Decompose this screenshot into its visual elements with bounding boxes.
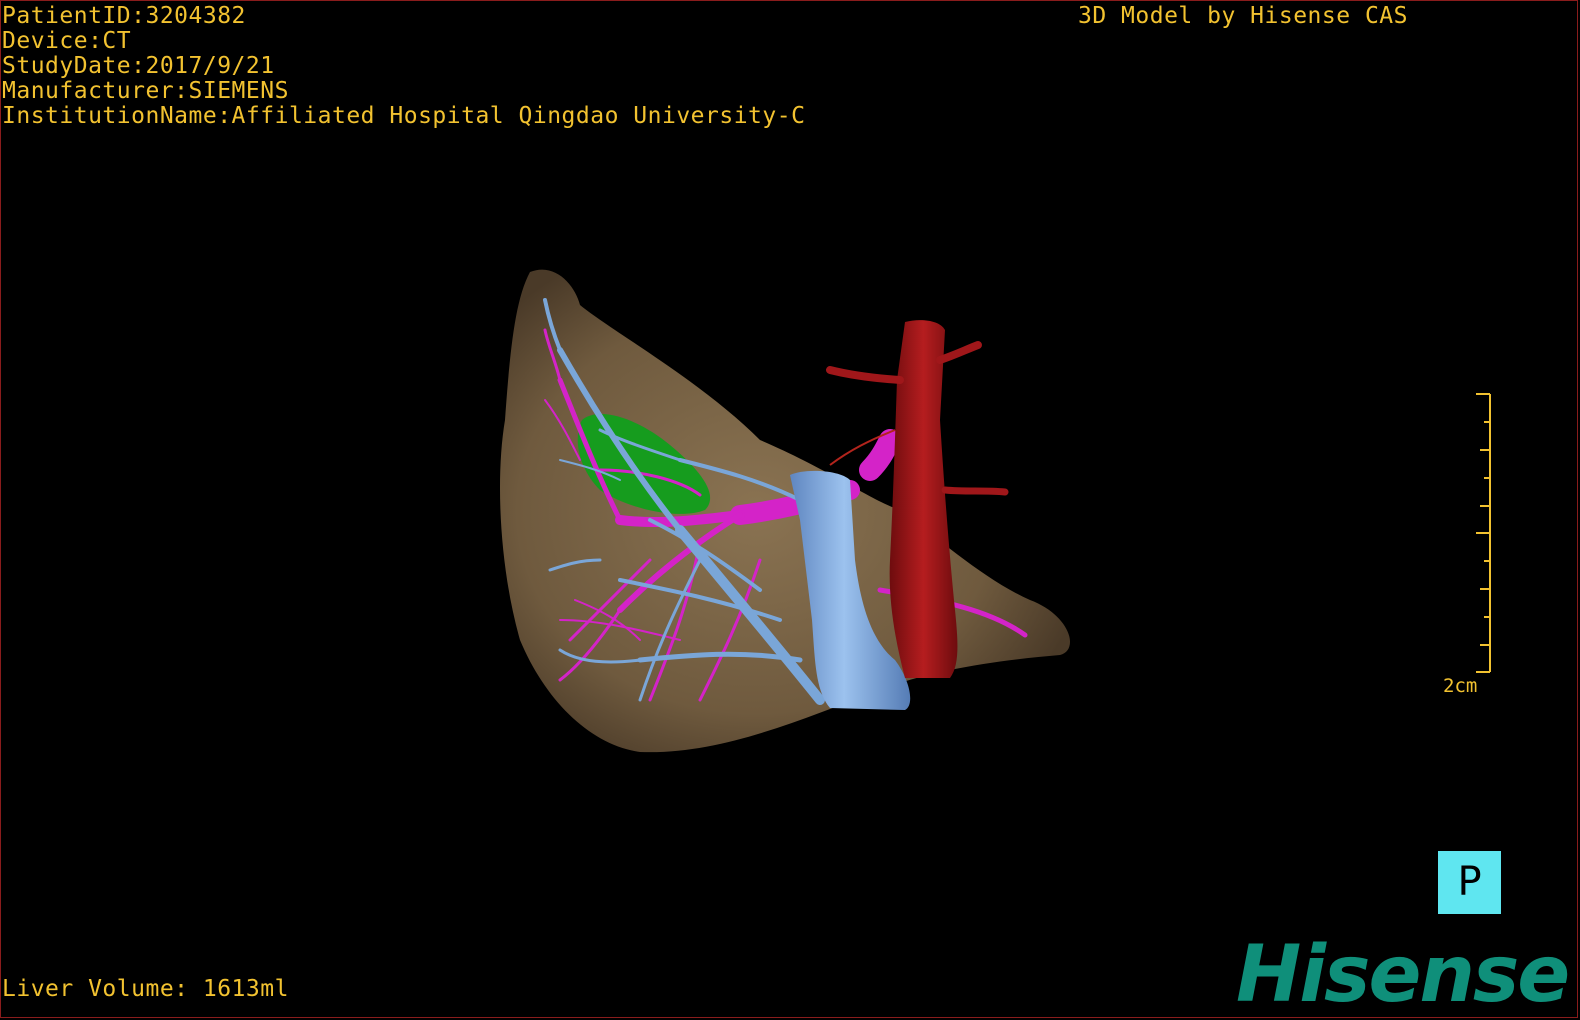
liver-volume: Liver Volume: 1613ml <box>2 976 289 1002</box>
study-date: StudyDate:2017/9/21 <box>2 53 275 79</box>
manufacturer: Manufacturer:SIEMENS <box>2 78 289 104</box>
model-credit: 3D Model by Hisense CAS <box>1078 3 1408 29</box>
hisense-logo: Hisense <box>1236 930 1570 1020</box>
study-info-overlay: PatientID:3204382 Device:CT StudyDate:2017… <box>2 4 805 129</box>
patient-id: PatientID:3204382 <box>2 3 246 29</box>
device: Device:CT <box>2 28 132 54</box>
institution-name: InstitutionName:Affiliated Hospital Qing… <box>2 103 806 129</box>
3d-liver-model-viewport[interactable] <box>0 0 1580 1020</box>
scale-bar <box>1476 393 1491 673</box>
orientation-cube[interactable]: P <box>1438 851 1501 914</box>
scale-bar-label: 2cm <box>1443 675 1478 697</box>
